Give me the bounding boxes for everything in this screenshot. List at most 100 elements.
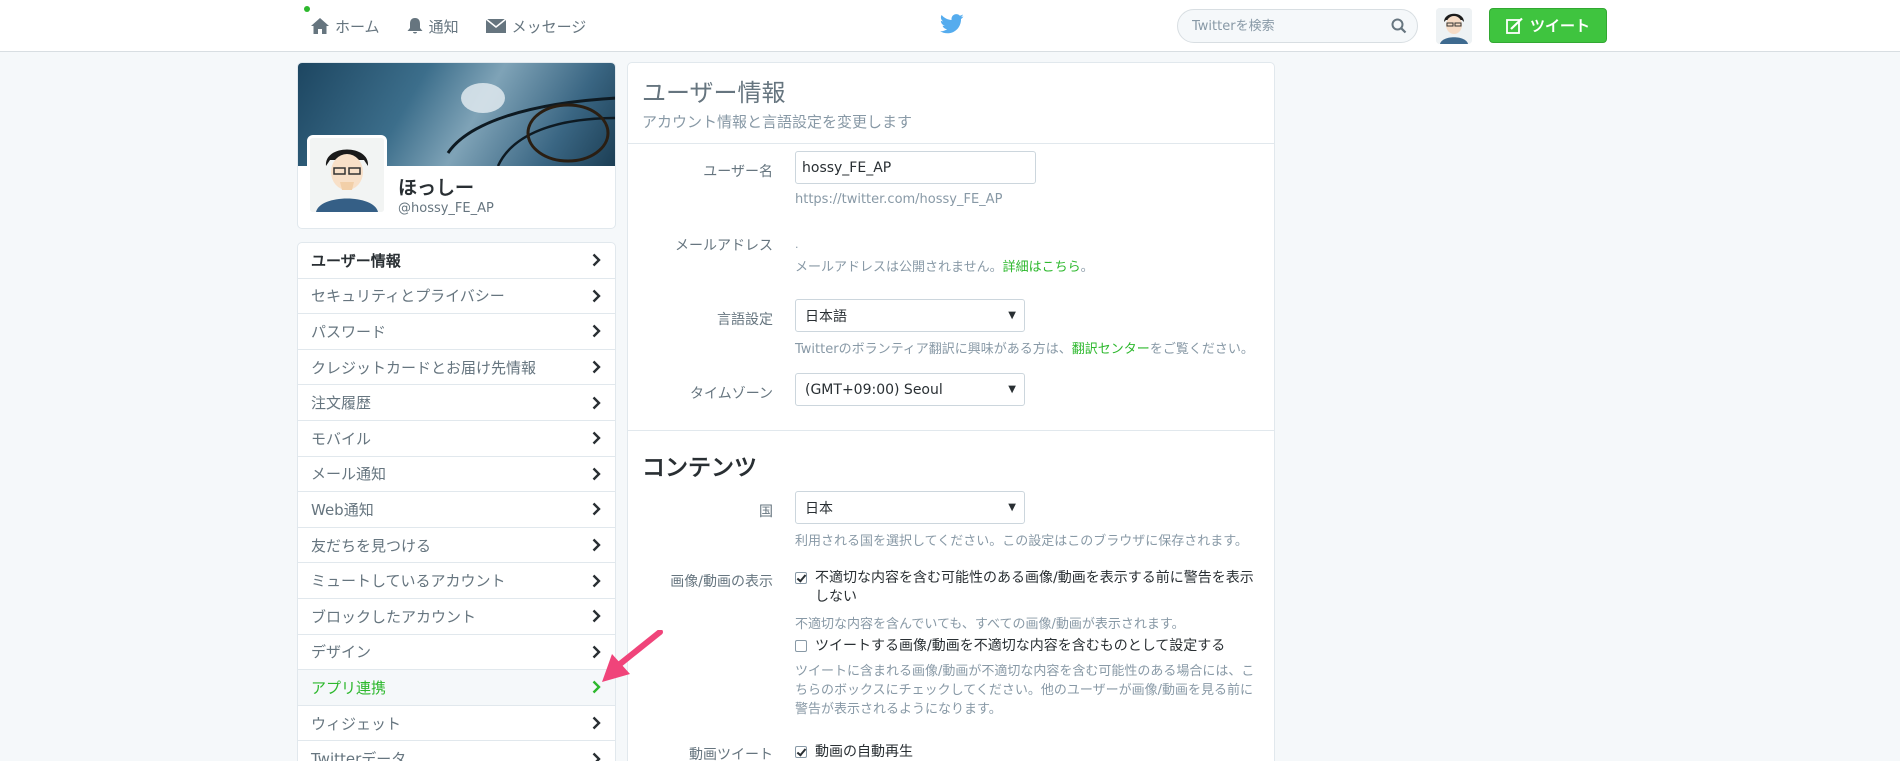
nav-messages-label: メッセージ bbox=[511, 17, 587, 36]
search-icon[interactable] bbox=[1391, 18, 1407, 34]
media-sensitive-option[interactable]: ツイートする画像/動画を不適切な内容を含むものとして設定する bbox=[795, 637, 1261, 656]
menu-item-label: クレジットカードとお届け先情報 bbox=[311, 358, 537, 377]
language-label: 言語設定 bbox=[717, 312, 773, 328]
video-label: 動画ツイート bbox=[689, 747, 773, 761]
profile-name[interactable]: ほっしー bbox=[398, 173, 474, 200]
menu-item-label: 注文履歴 bbox=[311, 394, 372, 413]
envelope-icon bbox=[485, 18, 507, 33]
menu-item-twitter-data[interactable]: Twitterデータ bbox=[298, 741, 615, 761]
menu-item-label: アプリ連携 bbox=[311, 678, 387, 697]
translation-center-link[interactable]: 翻訳センター bbox=[1072, 342, 1150, 357]
bell-icon bbox=[407, 18, 423, 34]
menu-item-orders[interactable]: 注文履歴 bbox=[298, 385, 615, 421]
menu-item-payments[interactable]: クレジットカードとお届け先情報 bbox=[298, 350, 615, 386]
media-sensitive-checkbox[interactable] bbox=[795, 640, 807, 652]
email-field[interactable]: . bbox=[795, 225, 1036, 258]
caret-down-icon: ▼ bbox=[1008, 310, 1016, 321]
media-sensitive-help: ツイートに含まれる画像/動画が不適切な内容を含む可能性のある場合には、こちらのボ… bbox=[795, 664, 1255, 717]
timezone-value: (GMT+09:00) Seoul bbox=[805, 381, 943, 398]
video-autoplay-checkbox[interactable] bbox=[795, 746, 807, 758]
email-label: メールアドレス bbox=[675, 238, 773, 254]
nav-home-label: ホーム bbox=[335, 17, 380, 36]
nav-home[interactable]: ホーム bbox=[304, 5, 380, 37]
page-title: ユーザー情報 bbox=[642, 79, 786, 107]
profile-avatar[interactable] bbox=[307, 135, 387, 215]
chevron-right-icon bbox=[592, 503, 601, 516]
menu-item-find-friends[interactable]: 友だちを見つける bbox=[298, 528, 615, 564]
twitter-bird-icon[interactable] bbox=[940, 13, 964, 35]
menu-item-security[interactable]: セキュリティとプライバシー bbox=[298, 279, 615, 315]
video-autoplay-option[interactable]: 動画の自動再生 bbox=[795, 743, 913, 761]
chevron-right-icon bbox=[592, 752, 601, 761]
country-value: 日本 bbox=[805, 500, 833, 517]
tweet-button-label: ツイート bbox=[1529, 17, 1590, 35]
email-details-link[interactable]: 詳細はこちら bbox=[1003, 260, 1081, 275]
page-subtitle: アカウント情報と言語設定を変更します bbox=[642, 113, 913, 131]
top-navigation-bar: ホーム 通知 メッセージ ツイート bbox=[0, 0, 1900, 52]
media-warning-checkbox[interactable] bbox=[795, 572, 807, 584]
country-select[interactable]: 日本 ▼ bbox=[795, 491, 1025, 524]
menu-item-widgets[interactable]: ウィジェット bbox=[298, 706, 615, 742]
nav-notifications[interactable]: 通知 bbox=[406, 16, 459, 37]
menu-item-label: ウィジェット bbox=[311, 714, 402, 733]
menu-item-password[interactable]: パスワード bbox=[298, 314, 615, 350]
menu-item-label: デザイン bbox=[311, 643, 372, 662]
chevron-right-icon bbox=[592, 538, 601, 552]
menu-item-label: ブロックしたアカウント bbox=[311, 607, 477, 626]
menu-item-muted-accounts[interactable]: ミュートしているアカウント bbox=[298, 563, 615, 599]
new-activity-dot bbox=[304, 5, 310, 12]
menu-item-design[interactable]: デザイン bbox=[298, 635, 615, 671]
username-url: https://twitter.com/hossy_FE_AP bbox=[795, 192, 1003, 207]
section-divider bbox=[628, 430, 1274, 431]
annotation-arrow-icon bbox=[602, 630, 663, 682]
menu-item-label: セキュリティとプライバシー bbox=[311, 287, 505, 306]
menu-item-label: 友だちを見つける bbox=[311, 536, 432, 555]
chevron-right-icon bbox=[592, 431, 601, 445]
profile-handle[interactable]: @hossy_FE_AP bbox=[398, 201, 494, 216]
language-select[interactable]: 日本語 ▼ bbox=[795, 299, 1025, 332]
menu-item-label: メール通知 bbox=[311, 465, 387, 484]
email-help: メールアドレスは公開されません。詳細はこちら。 bbox=[795, 260, 1094, 275]
nav-messages[interactable]: メッセージ bbox=[485, 16, 587, 37]
tweet-button[interactable]: ツイート bbox=[1489, 8, 1607, 43]
menu-item-label: Twitterデータ bbox=[311, 750, 407, 761]
username-label: ユーザー名 bbox=[703, 164, 773, 180]
search-input[interactable] bbox=[1178, 10, 1378, 42]
media-label: 画像/動画の表示 bbox=[670, 574, 773, 590]
caret-down-icon: ▼ bbox=[1008, 502, 1016, 513]
media-sensitive-label: ツイートする画像/動画を不適切な内容を含むものとして設定する bbox=[815, 638, 1226, 654]
chevron-right-icon bbox=[592, 467, 601, 481]
compose-quill-icon bbox=[1506, 17, 1523, 34]
search-box bbox=[1177, 9, 1418, 43]
language-help: Twitterのボランティア翻訳に興味がある方は、翻訳センターをご覧ください。 bbox=[795, 342, 1254, 357]
menu-item-apps[interactable]: アプリ連携 bbox=[298, 670, 615, 706]
menu-item-account[interactable]: ユーザー情報 bbox=[298, 243, 615, 279]
profile-card: ほっしー @hossy_FE_AP bbox=[297, 62, 616, 229]
timezone-select[interactable]: (GMT+09:00) Seoul ▼ bbox=[795, 373, 1025, 406]
content-section-title: コンテンツ bbox=[642, 455, 757, 481]
chevron-right-icon bbox=[592, 325, 601, 338]
account-section-header: ユーザー情報 アカウント情報と言語設定を変更します bbox=[628, 63, 1274, 144]
caret-down-icon: ▼ bbox=[1008, 384, 1016, 395]
account-avatar[interactable] bbox=[1436, 8, 1472, 44]
main-nav: ホーム 通知 メッセージ bbox=[304, 0, 612, 52]
menu-item-email-notifications[interactable]: メール通知 bbox=[298, 457, 615, 493]
nav-notifications-label: 通知 bbox=[428, 17, 459, 36]
media-warning-label: 不適切な内容を含む可能性のある画像/動画を表示する前に警告を表示しない bbox=[815, 570, 1254, 605]
menu-item-label: Web通知 bbox=[311, 500, 374, 519]
country-help: 利用される国を選択してください。この設定はこのブラウザに保存されます。 bbox=[795, 534, 1248, 549]
menu-item-label: ミュートしているアカウント bbox=[311, 572, 506, 591]
menu-item-web-notifications[interactable]: Web通知 bbox=[298, 492, 615, 528]
media-warning-option[interactable]: 不適切な内容を含む可能性のある画像/動画を表示する前に警告を表示しない bbox=[795, 569, 1261, 607]
chevron-right-icon bbox=[592, 289, 601, 303]
menu-item-mobile[interactable]: モバイル bbox=[298, 421, 615, 457]
chevron-right-icon bbox=[592, 396, 601, 410]
menu-item-label: モバイル bbox=[311, 429, 372, 448]
menu-item-blocked-accounts[interactable]: ブロックしたアカウント bbox=[298, 599, 615, 635]
chevron-right-icon bbox=[592, 574, 601, 587]
menu-item-label: パスワード bbox=[311, 322, 387, 341]
home-icon bbox=[311, 18, 329, 34]
chevron-right-icon bbox=[592, 716, 601, 730]
menu-item-label: ユーザー情報 bbox=[311, 251, 401, 270]
username-input[interactable] bbox=[795, 151, 1036, 184]
